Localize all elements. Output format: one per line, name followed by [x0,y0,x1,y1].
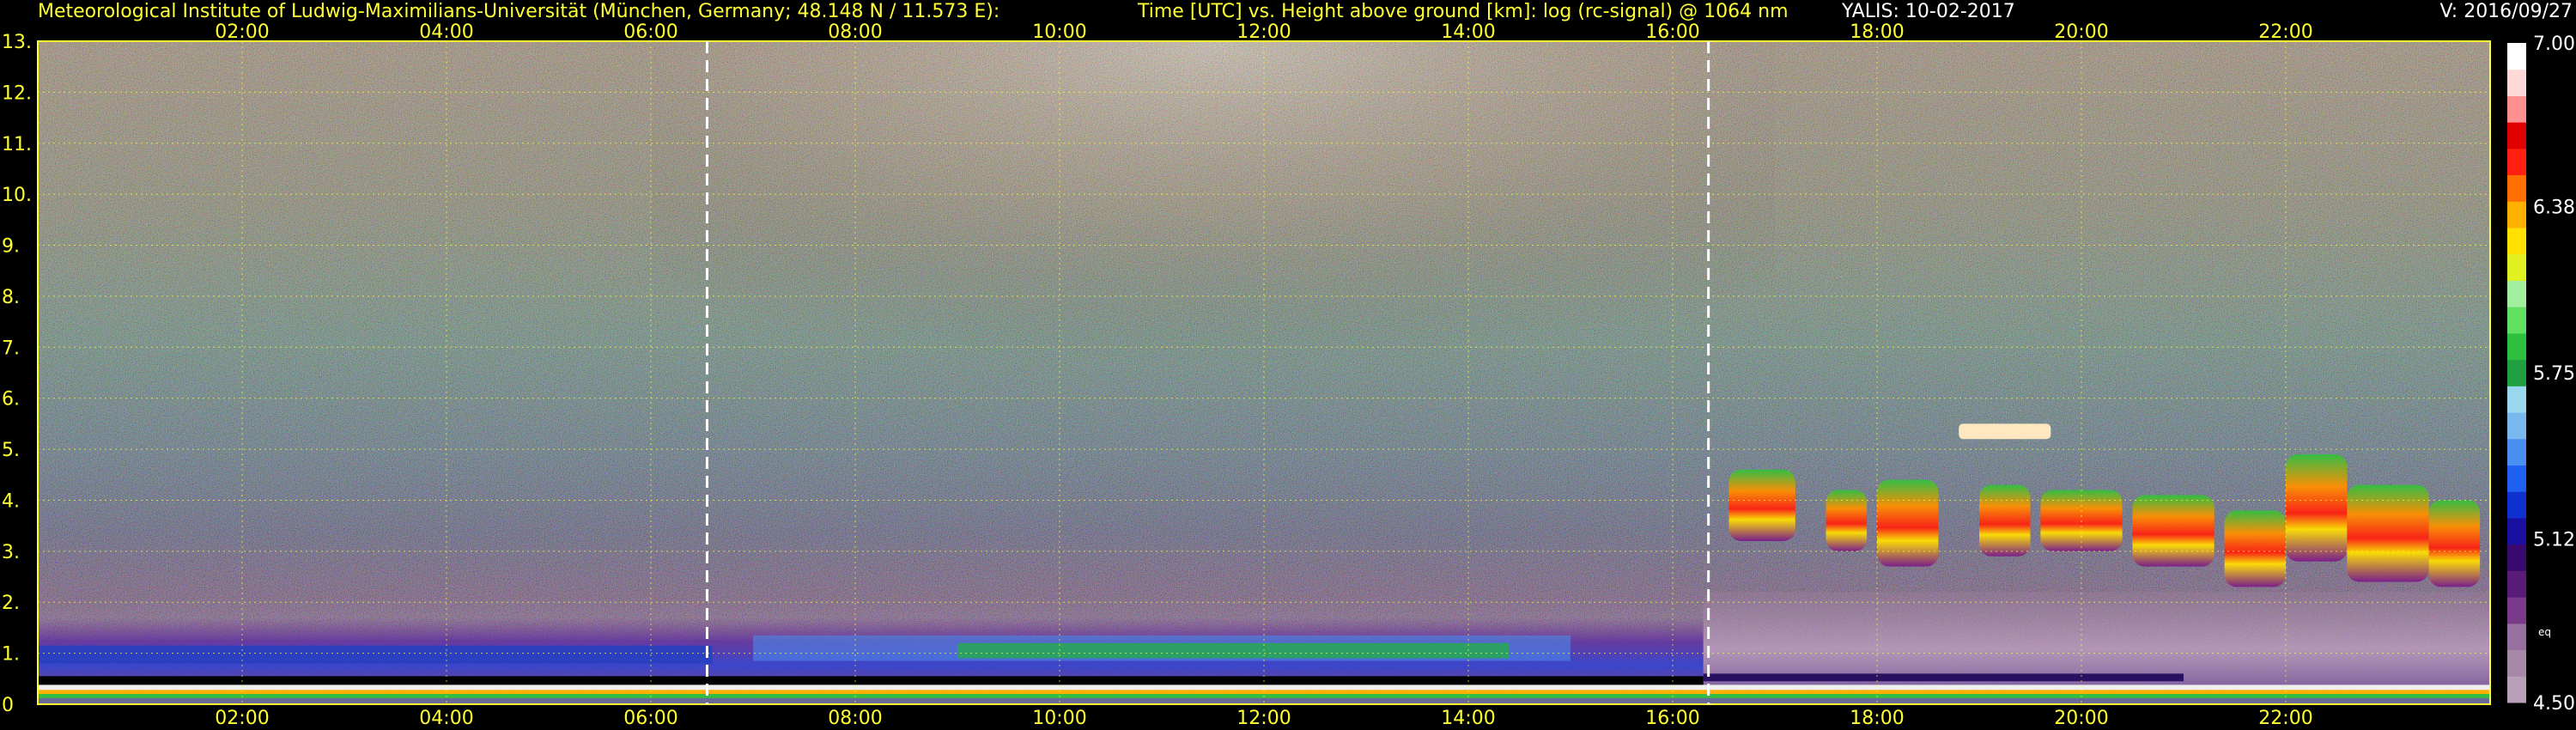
institute-header: Meteorological Institute of Ludwig-Maxim… [38,1,999,22]
y-tick-label: 12. [2,82,32,104]
colorbar-swatch [2507,412,2526,440]
y-tick-label: 9. [2,236,20,258]
x-tick-label-bottom: 12:00 [1236,708,1291,729]
y-axis: 0 1. 2. 3. 4. 5. 6. 7. 8. 9. 10. 11. 12. 13. [2,32,32,716]
colorbar-swatch [2507,228,2526,255]
colorbar-tick-label: 5.12 [2533,530,2575,551]
x-tick-label-top: 20:00 [2054,21,2108,43]
cloud-layer [1728,469,1795,541]
x-axis-top: 02:00 04:00 06:00 08:00 10:00 12:00 14:00 16:00… [215,21,2312,43]
x-tick-label-bottom: 04:00 [419,708,473,729]
x-tick-label-bottom: 18:00 [1850,708,1904,729]
lidar-quicklook: Meteorological Institute of Ludwig-Maxim… [2,1,2575,729]
cloud-layer [2347,484,2429,582]
x-tick-label-bottom: 10:00 [1032,708,1086,729]
cloud-layer [1877,479,1939,567]
cloud-layer [2224,510,2286,587]
x-tick-label-top: 14:00 [1441,21,1495,43]
colorbar-swatch [2507,386,2526,413]
colorbar-tick-label: 5.75 [2533,363,2575,385]
colorbar-swatch [2507,465,2526,492]
colorbar-swatch [2507,623,2526,651]
x-tick-label-bottom: 08:00 [828,708,882,729]
chart-title: Time [UTC] vs. Height above ground [km]:… [1137,1,1789,22]
colorbar-swatch [2507,517,2526,545]
x-tick-label-bottom: 20:00 [2054,708,2108,729]
colorbar: 7.00 6.38 5.75 5.12 4.50 eq [2507,33,2575,715]
y-tick-label: 3. [2,542,20,563]
cloud-layer [1979,484,2031,557]
colorbar-swatch [2507,359,2526,386]
cloud-layer [2132,495,2215,567]
colorbar-swatch [2507,174,2526,202]
y-tick-label: 13. [2,32,32,53]
colorbar-tick-label: 6.38 [2533,197,2575,218]
y-tick-label: 7. [2,338,20,359]
colorbar-swatch [2507,148,2526,176]
instrument-date: YALIS: 10-02-2017 [1841,1,2015,22]
colorbar-mark: eq [2538,626,2551,638]
x-tick-label-top: 04:00 [419,21,473,43]
x-tick-label-top: 18:00 [1850,21,1904,43]
colorbar-swatch [2507,201,2526,228]
colorbar-swatch [2507,597,2526,624]
x-tick-label-bottom: 02:00 [215,708,269,729]
colorbar-swatch [2507,570,2526,598]
x-tick-label-bottom: 16:00 [1645,708,1699,729]
colorbar-swatch [2507,253,2526,281]
colorbar-swatch [2507,676,2526,703]
colorbar-swatch [2507,69,2526,96]
y-tick-label: 2. [2,593,20,614]
colorbar-tick-label: 7.00 [2533,33,2575,55]
x-tick-label-top: 02:00 [215,21,269,43]
y-tick-label: 1. [2,644,20,666]
colorbar-swatch [2507,438,2526,466]
colorbar-swatch [2507,43,2526,70]
y-tick-label: 11. [2,134,32,155]
cloud-layer [1826,490,1868,551]
y-tick-label: 8. [2,287,20,308]
cloud-layer [2428,500,2481,587]
boundary-layer-core [38,645,713,664]
y-tick-label: 0 [2,695,14,716]
x-axis-bottom: 02:00 04:00 06:00 08:00 10:00 12:00 14:00 16:00… [215,708,2312,729]
colorbar-swatch [2507,491,2526,519]
x-tick-label-top: 08:00 [828,21,882,43]
colorbar-swatch [2507,649,2526,677]
near-ground-band [38,676,1704,685]
y-tick-label: 10. [2,185,32,206]
x-tick-label-bottom: 06:00 [623,708,677,729]
cloud-layer [2286,454,2348,562]
colorbar-swatch [2507,95,2526,123]
y-tick-label: 5. [2,440,20,461]
colorbar-swatch [2507,307,2526,334]
x-tick-label-top: 12:00 [1236,21,1291,43]
version-label: V: 2016/09/27 [2440,1,2573,22]
y-tick-label: 4. [2,490,20,512]
x-tick-label-bottom: 14:00 [1441,708,1495,729]
y-tick-label: 6. [2,389,20,411]
evening-layer [1703,592,2490,687]
x-tick-label-bottom: 22:00 [2258,708,2312,729]
cirrus-streak [1959,423,2051,440]
colorbar-tick-label: 4.50 [2533,693,2575,715]
colorbar-swatch [2507,544,2526,571]
daytime-aerosol-core [957,642,1510,659]
x-tick-label-top: 22:00 [2258,21,2312,43]
colorbar-swatch [2507,332,2526,361]
colorbar-swatch [2507,280,2526,307]
colorbar-swatch [2507,122,2526,149]
x-tick-label-top: 06:00 [623,21,677,43]
x-tick-label-top: 16:00 [1645,21,1699,43]
evening-near-ground-band [1703,673,2184,682]
x-tick-label-top: 10:00 [1032,21,1086,43]
